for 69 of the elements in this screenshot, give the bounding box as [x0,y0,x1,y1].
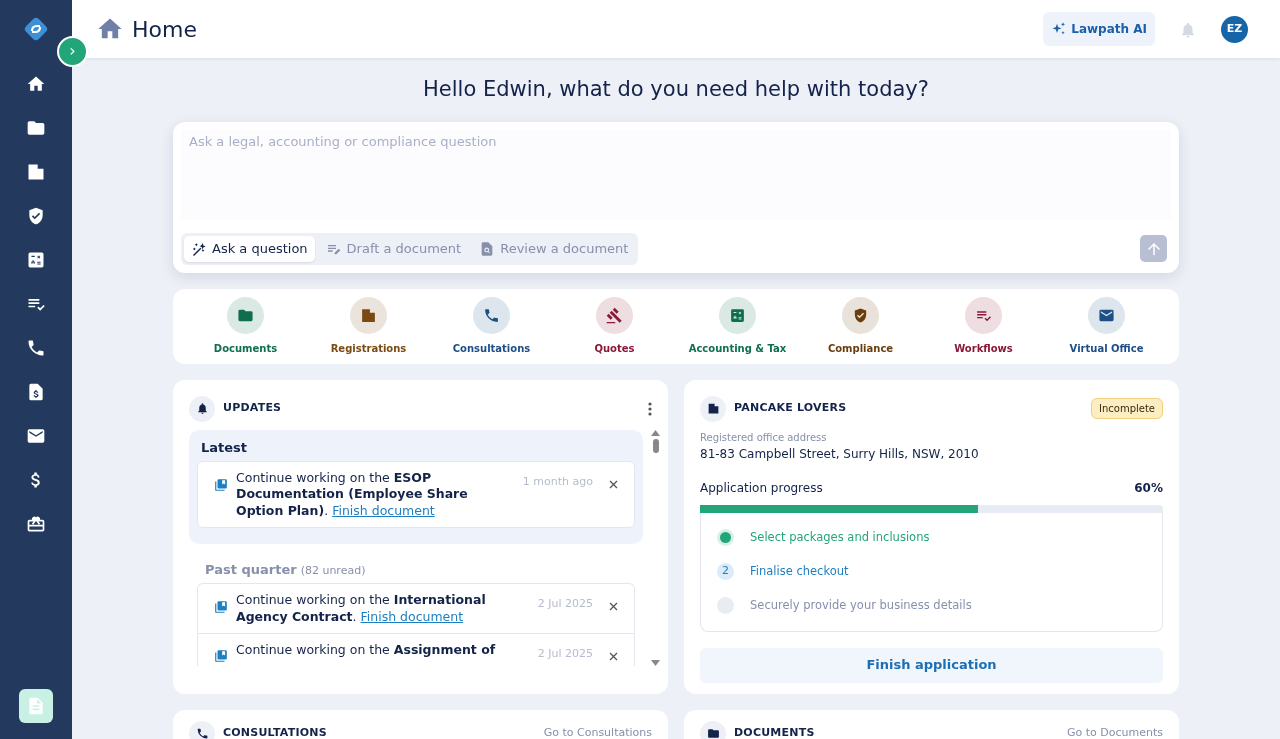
progress-value: 60% [1134,479,1163,497]
shield-icon[interactable] [26,206,46,226]
quick-link[interactable]: Workflows [922,296,1045,356]
phone-icon[interactable] [26,338,46,358]
mode-tab[interactable]: Ask a question [184,236,315,262]
gift-icon[interactable] [26,514,46,534]
address-text: 81-83 Campbell Street, Surry Hills, NSW, 2010 [700,445,980,463]
address-label: Registered office address [700,430,828,445]
scroll-up-icon[interactable] [651,429,660,436]
document-button[interactable] [19,689,53,723]
bell-icon [195,402,209,415]
section-heading: Latest [201,438,249,457]
home-icon[interactable] [26,74,46,94]
close-icon[interactable] [609,480,618,489]
phone-icon [483,306,500,324]
question-panel[interactable]: Ask a legal, accounting or compliance question Ask a question Draft a document Review a document [173,121,1179,273]
card-title: UPDATES [223,400,283,417]
phone-icon [195,727,209,739]
copy-icon [214,649,228,664]
finish-document-link[interactable]: Finish document [360,608,464,624]
calculator-icon[interactable] [26,250,46,270]
update-time: 1 month ago [522,474,593,490]
document-icon [26,696,46,716]
card-title: CONSULTATIONS [223,725,328,739]
section-heading: Past quarter [205,560,297,579]
update-time: 2 Jul 2025 [537,596,593,613]
wand-icon [191,240,207,257]
quick-link[interactable]: Documents [184,296,307,356]
ai-button[interactable]: Lawpath AI [1043,12,1155,46]
progress-label: Application progress [700,479,823,497]
go-to-link[interactable]: Go to Consultations [543,725,652,739]
quick-link[interactable]: Virtual Office [1045,296,1168,356]
greeting: Hello Edwin, what do you need help with today? [422,76,930,103]
status-badge: Incomplete [1091,398,1163,419]
gavel-icon [606,306,623,324]
step-label: Select packages and inclusions [750,528,930,546]
step-label: Securely provide your business details [750,596,972,614]
finish-application-button[interactable]: Finish application [700,647,1163,683]
quick-link[interactable]: Registrations [307,296,430,356]
quick-link[interactable]: Quotes [553,296,676,356]
folder-icon[interactable] [26,118,46,138]
update-text: Continue working on the International Agency Contract. Finish document [236,592,487,625]
quick-link[interactable]: Compliance [799,296,922,356]
close-icon[interactable] [609,651,618,661]
step-number: 2 [717,563,734,580]
close-icon[interactable] [609,602,618,612]
card-title: DOCUMENTS [734,725,816,739]
quick-link[interactable]: Consultations [430,296,553,356]
page-title: Home [132,15,197,44]
avatar[interactable]: EZ [1221,15,1248,43]
scroll-down-icon[interactable] [651,659,660,666]
copy-icon [214,477,228,492]
scrollbar-thumb[interactable] [652,438,659,453]
quick-link[interactable]: Accounting & Tax [676,296,799,356]
go-to-link[interactable]: Go to Documents [1067,725,1163,739]
finish-document-link[interactable]: Finish document [332,502,435,518]
folder-icon [706,727,720,739]
more-icon[interactable] [648,402,652,417]
company-name: PANCAKE LOVERS [734,400,848,417]
update-text: Continue working on the ESOP Documentation (Employee Share Option Plan). Finish document [236,470,469,519]
calculator-icon [729,306,746,324]
unread-count: (82 unread) [300,562,366,579]
step-label: Finalise checkout [750,562,849,580]
update-text: Continue working on the Assignment of [236,641,497,659]
copy-icon [214,599,228,614]
mail-icon[interactable] [26,426,46,446]
invoice-icon[interactable] [26,382,46,402]
update-time: 2 Jul 2025 [537,645,593,662]
shield-icon [852,306,869,324]
